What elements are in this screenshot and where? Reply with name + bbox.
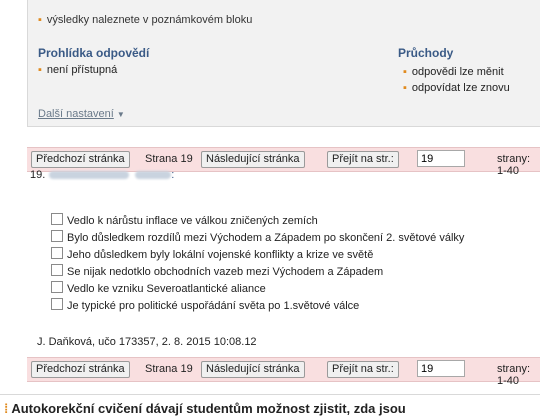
- checkbox[interactable]: [51, 281, 63, 293]
- answer-option[interactable]: Vedlo ke vzniku Severoatlantické aliance: [51, 281, 464, 296]
- goto-page-button[interactable]: Přejít na str.:: [327, 151, 399, 168]
- page-range: strany: 1-40: [497, 363, 531, 387]
- pass-item-text: odpovědi lze měnit: [411, 66, 504, 78]
- result-note-text: výsledky naleznete v poznámkovém bloku: [46, 14, 253, 26]
- question-number-text: 19.: [30, 169, 46, 181]
- goto-page-button[interactable]: Přejít na str.:: [327, 361, 399, 378]
- pager-bottom: Předchozí stránka Strana 19 Následující …: [27, 357, 540, 387]
- pass-heading: Průchody: [398, 46, 454, 60]
- review-item: ▪ není přístupná: [38, 64, 117, 76]
- checkbox[interactable]: [51, 247, 63, 259]
- answer-options: Vedlo k nárůstu inflace ve válkou zničen…: [51, 213, 464, 315]
- bullet-icon: ▪: [38, 64, 42, 76]
- prev-page-button[interactable]: Předchozí stránka: [31, 151, 130, 168]
- answer-option[interactable]: Se nijak nedotklo obchodních vazeb mezi …: [51, 264, 464, 279]
- answer-option[interactable]: Bylo důsledkem rozdílů mezi Východem a Z…: [51, 230, 464, 245]
- pass-item: ▪ odpovědi lze měnit: [403, 64, 510, 80]
- bullet-icon: ▪: [403, 82, 407, 94]
- page-number-input[interactable]: [417, 360, 465, 377]
- option-label: Je typické pro politické uspořádání svět…: [67, 300, 360, 312]
- more-settings-label: Další nastavení: [38, 108, 114, 120]
- pass-item: ▪ odpovídat lze znovu: [403, 80, 510, 96]
- blurred-question-text: [49, 171, 130, 180]
- page-number-input[interactable]: [417, 150, 465, 167]
- option-label: Jeho důsledkem byly lokální vojenské kon…: [67, 249, 374, 261]
- option-label: Vedlo k nárůstu inflace ve válkou zničen…: [67, 215, 318, 227]
- prev-page-button[interactable]: Předchozí stránka: [31, 361, 130, 378]
- pass-item-text: odpovídat lze znovu: [411, 82, 510, 94]
- summary-box: ▪ výsledky naleznete v poznámkovém bloku …: [27, 0, 540, 127]
- divider: [0, 394, 540, 395]
- page-indicator: Strana 19: [145, 153, 193, 165]
- option-label: Bylo důsledkem rozdílů mezi Východem a Z…: [67, 232, 465, 244]
- bullet-icon: ▪: [403, 66, 407, 78]
- question-number: 19.:: [30, 169, 175, 181]
- author-signature: J. Daňková, učo 173357, 2. 8. 2015 10:08…: [37, 336, 257, 348]
- checkbox[interactable]: [51, 298, 63, 310]
- next-page-button[interactable]: Následující stránka: [201, 151, 305, 168]
- answer-option[interactable]: Jeho důsledkem byly lokální vojenské kon…: [51, 247, 464, 262]
- page-range: strany: 1-40: [497, 153, 531, 177]
- review-heading: Prohlídka odpovědí: [38, 46, 150, 60]
- answer-option[interactable]: Vedlo k nárůstu inflace ve válkou zničen…: [51, 213, 464, 228]
- checkbox[interactable]: [51, 264, 63, 276]
- checkbox[interactable]: [51, 213, 63, 225]
- next-page-button[interactable]: Následující stránka: [201, 361, 305, 378]
- review-item-text: není přístupná: [46, 64, 118, 76]
- checkbox[interactable]: [51, 230, 63, 242]
- pass-list: ▪ odpovědi lze měnit ▪ odpovídat lze znovu: [403, 64, 510, 96]
- page-indicator: Strana 19: [145, 363, 193, 375]
- caret-down-icon: ▼: [116, 110, 125, 119]
- bullet-icon: ▪: [38, 14, 42, 26]
- more-settings-link[interactable]: Další nastavení ▼: [38, 108, 125, 120]
- option-label: Vedlo ke vzniku Severoatlantické aliance: [67, 283, 266, 295]
- blurred-question-text: [135, 171, 172, 180]
- answer-option[interactable]: Je typické pro politické uspořádání svět…: [51, 298, 464, 313]
- option-label: Se nijak nedotklo obchodních vazeb mezi …: [67, 266, 384, 278]
- result-note: ▪ výsledky naleznete v poznámkovém bloku: [38, 14, 252, 26]
